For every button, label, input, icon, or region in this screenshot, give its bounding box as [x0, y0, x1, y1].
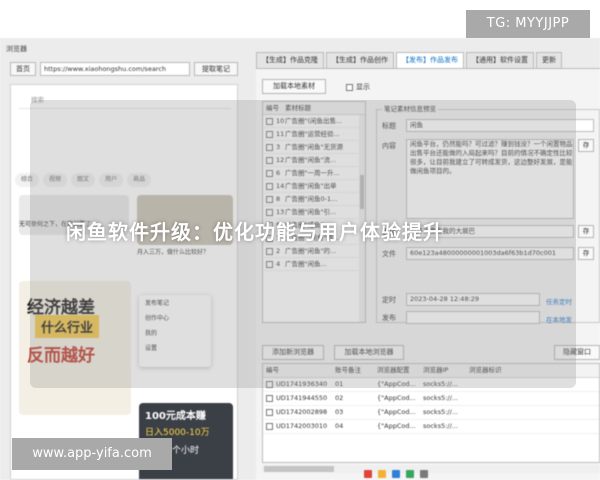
- dark-card-line: 日入5000-10万: [145, 428, 210, 438]
- checkbox-icon[interactable]: [266, 394, 273, 402]
- headline-text: 闲鱼软件升级：优化功能与用户体验提升: [66, 220, 444, 244]
- tab-update[interactable]: 更新: [536, 52, 562, 68]
- home-button[interactable]: 首页: [10, 62, 36, 76]
- table-cell: [469, 406, 519, 419]
- watermark-url: www.app-yifa.com: [12, 438, 172, 470]
- tab-bar: 【生成】作品克隆 【生成】作品创作 【发布】作品发布 【通用】软件设置 更新: [256, 52, 562, 68]
- cell-text: {"AppCod...: [377, 408, 416, 416]
- settings-icon[interactable]: [420, 470, 428, 478]
- checkbox-icon[interactable]: [266, 422, 273, 430]
- scroll-thumb[interactable]: [264, 466, 334, 472]
- table-cell: UD1741944550: [263, 392, 335, 405]
- cell-text: UD1742003010: [276, 422, 328, 430]
- app-icon[interactable]: [392, 470, 400, 478]
- table-row[interactable]: UD1742002898 03 {"AppCod... socks5://...: [263, 406, 599, 420]
- file-save-button[interactable]: 存: [578, 247, 594, 260]
- select-save-button[interactable]: 存: [578, 225, 594, 238]
- cell-text: {"AppCod...: [377, 394, 416, 402]
- add-local-material-button[interactable]: 加载本地素材: [262, 79, 326, 94]
- cell-text: socks5://...: [423, 394, 458, 402]
- table-row[interactable]: UD1741944550 02 {"AppCod... socks5://...: [263, 392, 599, 406]
- table-cell: 02: [335, 392, 377, 405]
- table-cell: UD1742003010: [263, 420, 335, 433]
- show-label: 显示: [356, 83, 370, 91]
- cell-text: 04: [335, 422, 344, 430]
- table-cell: 03: [335, 406, 377, 419]
- cell-text: socks5://...: [423, 422, 458, 430]
- table-cell: 04: [335, 420, 377, 433]
- tab-create[interactable]: 【生成】作品创作: [326, 52, 394, 68]
- mail-icon[interactable]: [406, 470, 414, 478]
- table-cell: socks5://...: [423, 392, 469, 405]
- horizontal-scrollbar[interactable]: [262, 465, 600, 473]
- taskbar: [364, 470, 428, 478]
- checkbox-icon: [346, 83, 353, 91]
- folder-icon[interactable]: [378, 470, 386, 478]
- cell-text: 03: [335, 408, 344, 416]
- chrome-icon[interactable]: [364, 470, 372, 478]
- table-cell: {"AppCod...: [377, 392, 423, 405]
- show-checkbox[interactable]: 显示: [346, 82, 370, 92]
- cell-text: {"AppCod...: [377, 422, 416, 430]
- cell-text: UD1741944550: [276, 394, 328, 402]
- table-cell: socks5://...: [423, 420, 469, 433]
- tab-clone[interactable]: 【生成】作品克隆: [256, 52, 324, 68]
- table-cell: {"AppCod...: [377, 406, 423, 419]
- url-input[interactable]: https://www.xiaohongshu.com/search: [40, 62, 190, 76]
- tab-publish[interactable]: 【发布】作品发布: [396, 52, 464, 68]
- checkbox-icon[interactable]: [266, 408, 273, 416]
- cell-text: 02: [335, 394, 344, 402]
- table-cell: [469, 392, 519, 405]
- table-row[interactable]: UD1742003010 04 {"AppCod... socks5://...: [263, 420, 599, 434]
- extract-notes-button[interactable]: 提取笔记: [194, 62, 238, 76]
- tab-settings[interactable]: 【通用】软件设置: [466, 52, 534, 68]
- dark-card-line: 100元成本赚: [145, 411, 206, 422]
- table-cell: socks5://...: [423, 406, 469, 419]
- cell-text: UD1742002898: [276, 408, 328, 416]
- watermark-tag: TG: MYYJJPP: [466, 10, 590, 38]
- cell-text: socks5://...: [423, 408, 458, 416]
- content-save-button[interactable]: 存: [578, 139, 594, 152]
- table-cell: {"AppCod...: [377, 420, 423, 433]
- table-cell: UD1742002898: [263, 406, 335, 419]
- window-title: 浏览器: [6, 45, 27, 53]
- table-cell: [469, 420, 519, 433]
